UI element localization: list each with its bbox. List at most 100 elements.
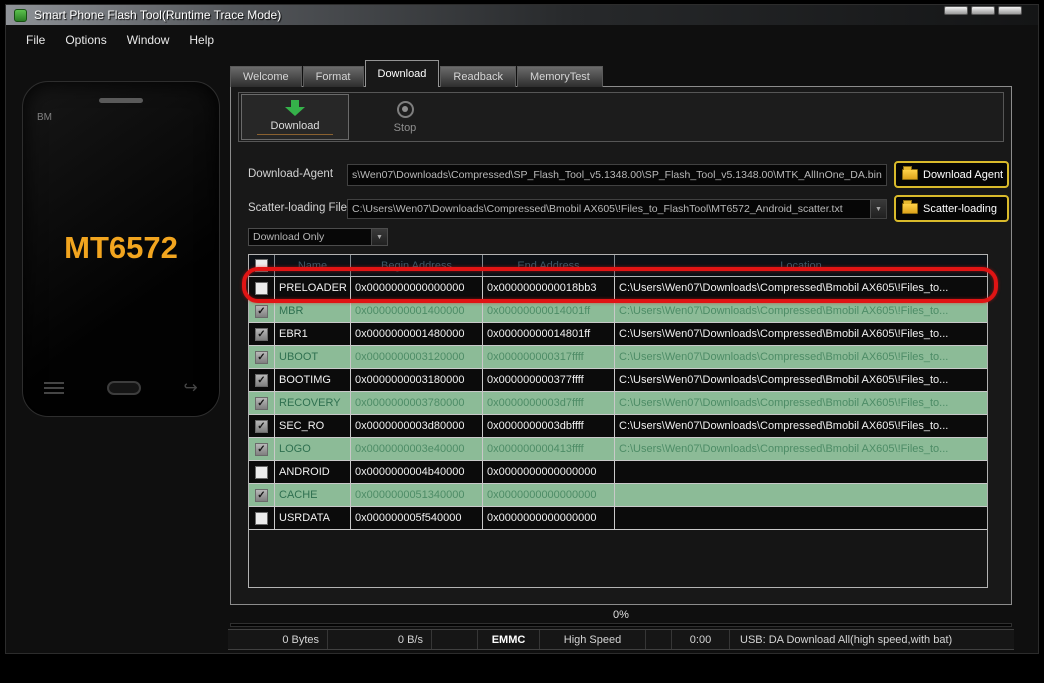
column-header-location[interactable]: Location xyxy=(615,255,987,276)
table-row[interactable]: MBR 0x0000000001400000 0x00000000014001f… xyxy=(249,300,987,323)
close-button[interactable] xyxy=(998,6,1022,15)
table-row[interactable]: UBOOT 0x0000000003120000 0x000000000317f… xyxy=(249,346,987,369)
cell-begin-address: 0x0000000001480000 xyxy=(351,323,483,345)
row-checkbox[interactable] xyxy=(255,281,268,295)
cell-begin-address: 0x0000000003d80000 xyxy=(351,415,483,437)
tab-download[interactable]: Download xyxy=(364,60,440,87)
column-header-name[interactable]: Name xyxy=(275,255,351,276)
table-row[interactable]: SEC_RO 0x0000000003d80000 0x0000000003db… xyxy=(249,415,987,438)
status-time: 0:00 xyxy=(672,630,730,649)
window-controls xyxy=(944,6,1022,15)
maximize-button[interactable] xyxy=(971,6,995,15)
download-icon xyxy=(285,99,305,116)
partition-table: Name Begin Address End Address Location … xyxy=(248,254,988,588)
phone-menu-icon xyxy=(44,386,65,389)
tab-format[interactable]: Format xyxy=(302,66,364,87)
cell-end-address: 0x0000000003dbffff xyxy=(483,415,615,437)
cell-begin-address: 0x0000000003120000 xyxy=(351,346,483,368)
minimize-button[interactable] xyxy=(944,6,968,15)
cell-name: UBOOT xyxy=(275,346,351,368)
cell-name: CACHE xyxy=(275,484,351,506)
cell-end-address: 0x0000000000000000 xyxy=(483,507,615,529)
scatter-button-label: Scatter-loading xyxy=(923,202,997,215)
row-checkbox[interactable] xyxy=(255,465,268,479)
cell-end-address: 0x0000000003d7ffff xyxy=(483,392,615,414)
folder-icon xyxy=(902,166,918,180)
scatter-file-label: Scatter-loading File xyxy=(248,202,348,214)
column-header-end[interactable]: End Address xyxy=(483,255,615,276)
cell-name: BOOTIMG xyxy=(275,369,351,391)
row-checkbox[interactable] xyxy=(255,396,268,410)
download-button-label: Download xyxy=(256,120,334,135)
row-checkbox[interactable] xyxy=(255,304,268,318)
cell-location: C:\Users\Wen07\Downloads\Compressed\Bmob… xyxy=(619,420,949,432)
chevron-down-icon[interactable]: ▼ xyxy=(371,229,387,245)
download-agent-input[interactable]: s\Wen07\Downloads\Compressed\SP_Flash_To… xyxy=(347,164,887,186)
cell-name: ANDROID xyxy=(275,461,351,483)
cell-location: C:\Users\Wen07\Downloads\Compressed\Bmob… xyxy=(619,328,949,340)
cell-name: USRDATA xyxy=(275,507,351,529)
status-usb: USB: DA Download All(high speed,with bat… xyxy=(740,633,953,646)
status-spacer xyxy=(432,630,478,649)
header-checkbox[interactable] xyxy=(255,259,268,272)
cell-end-address: 0x000000000413ffff xyxy=(483,438,615,460)
app-icon xyxy=(14,8,27,22)
table-row[interactable]: RECOVERY 0x0000000003780000 0x0000000003… xyxy=(249,392,987,415)
scatter-loading-button[interactable]: Scatter-loading xyxy=(894,195,1009,222)
phone-home-button xyxy=(106,380,141,395)
status-bar: 0 Bytes 0 B/s EMMC High Speed 0:00 USB: … xyxy=(228,629,1014,650)
progress-percent: 0% xyxy=(613,609,629,621)
status-rate: 0 B/s xyxy=(328,630,432,649)
cell-location xyxy=(615,507,987,529)
download-agent-button-label: Download Agent xyxy=(923,168,1004,181)
tab-welcome[interactable]: Welcome xyxy=(230,66,302,87)
cell-end-address: 0x0000000000000000 xyxy=(483,484,615,506)
progress-bar xyxy=(230,623,1012,627)
download-agent-button[interactable]: Download Agent xyxy=(894,161,1009,188)
mode-select[interactable]: Download Only ▼ xyxy=(248,228,388,246)
cell-name: EBR1 xyxy=(275,323,351,345)
cell-begin-address: 0x000000005f540000 xyxy=(351,507,483,529)
table-row[interactable]: CACHE 0x0000000051340000 0x0000000000000… xyxy=(249,484,987,507)
phone-brand: BM xyxy=(37,112,52,123)
status-storage: EMMC xyxy=(478,630,540,649)
row-checkbox[interactable] xyxy=(255,373,268,387)
scatter-file-input[interactable]: C:\Users\Wen07\Downloads\Compressed\Bmob… xyxy=(347,199,887,219)
cell-begin-address: 0x0000000003e40000 xyxy=(351,438,483,460)
row-checkbox[interactable] xyxy=(255,488,268,502)
download-button[interactable]: Download xyxy=(241,94,349,140)
row-checkbox[interactable] xyxy=(255,327,268,341)
row-checkbox[interactable] xyxy=(255,442,268,456)
table-row[interactable]: ANDROID 0x0000000004b40000 0x00000000000… xyxy=(249,461,987,484)
cell-name: RECOVERY xyxy=(275,392,351,414)
title-bar: Smart Phone Flash Tool(Runtime Trace Mod… xyxy=(6,5,1038,25)
app-window: Smart Phone Flash Tool(Runtime Trace Mod… xyxy=(5,4,1039,654)
tab-memorytest[interactable]: MemoryTest xyxy=(516,66,603,87)
folder-icon xyxy=(902,200,918,214)
phone-nav-bar: ↪ xyxy=(23,379,219,396)
column-header-begin[interactable]: Begin Address xyxy=(351,255,483,276)
menu-item-file[interactable]: File xyxy=(16,30,55,50)
menu-item-window[interactable]: Window xyxy=(117,30,180,50)
mode-select-value: Download Only xyxy=(253,231,325,243)
row-checkbox[interactable] xyxy=(255,511,268,525)
table-row[interactable]: LOGO 0x0000000003e40000 0x000000000413ff… xyxy=(249,438,987,461)
menu-item-options[interactable]: Options xyxy=(55,30,116,50)
table-row[interactable]: PRELOADER 0x0000000000000000 0x000000000… xyxy=(249,277,987,300)
cell-begin-address: 0x0000000003780000 xyxy=(351,392,483,414)
cell-begin-address: 0x0000000000000000 xyxy=(351,277,483,299)
cell-location: C:\Users\Wen07\Downloads\Compressed\Bmob… xyxy=(619,443,949,455)
table-row[interactable]: BOOTIMG 0x0000000003180000 0x00000000037… xyxy=(249,369,987,392)
row-checkbox[interactable] xyxy=(255,350,268,364)
tab-readback[interactable]: Readback xyxy=(440,66,516,87)
row-checkbox[interactable] xyxy=(255,419,268,433)
chevron-down-icon[interactable]: ▼ xyxy=(870,200,886,218)
table-row[interactable]: USRDATA 0x000000005f540000 0x00000000000… xyxy=(249,507,987,530)
menu-item-help[interactable]: Help xyxy=(179,30,224,50)
phone-chip-label: MT6572 xyxy=(64,230,178,265)
phone-speaker xyxy=(99,98,143,103)
table-row[interactable]: EBR1 0x0000000001480000 0x00000000014801… xyxy=(249,323,987,346)
stop-button[interactable]: Stop xyxy=(351,94,459,140)
cell-name: MBR xyxy=(275,300,351,322)
status-speed: High Speed xyxy=(540,630,646,649)
